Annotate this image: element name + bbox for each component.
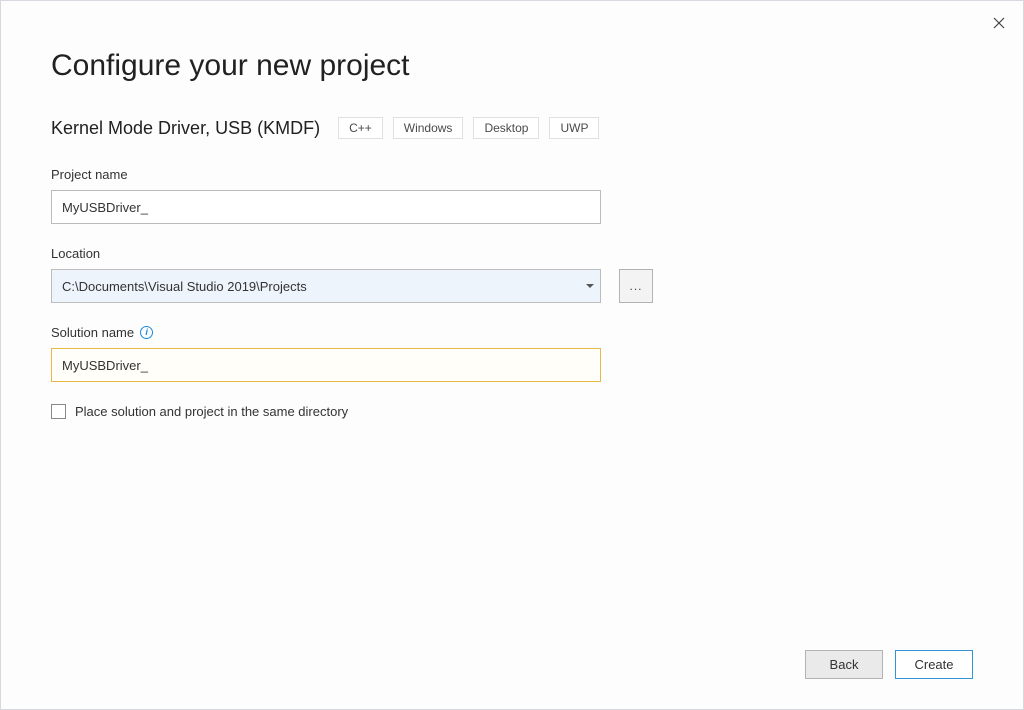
template-tags: C++ Windows Desktop UWP	[338, 117, 599, 139]
solution-name-label: Solution name i	[51, 325, 973, 340]
page-title: Configure your new project	[51, 49, 973, 83]
footer-buttons: Back Create	[805, 650, 973, 679]
create-button[interactable]: Create	[895, 650, 973, 679]
chevron-down-icon	[586, 284, 594, 288]
location-row: C:\Documents\Visual Studio 2019\Projects…	[51, 269, 973, 303]
browse-button[interactable]: ...	[619, 269, 653, 303]
project-name-label: Project name	[51, 167, 973, 182]
location-combobox[interactable]: C:\Documents\Visual Studio 2019\Projects	[51, 269, 601, 303]
same-directory-row: Place solution and project in the same d…	[51, 404, 973, 419]
same-directory-label[interactable]: Place solution and project in the same d…	[75, 404, 348, 419]
solution-name-group: Solution name i	[51, 325, 973, 382]
same-directory-checkbox[interactable]	[51, 404, 66, 419]
project-name-group: Project name	[51, 167, 973, 224]
solution-name-input[interactable]	[51, 348, 601, 382]
tag-cpp: C++	[338, 117, 383, 139]
back-button[interactable]: Back	[805, 650, 883, 679]
template-name: Kernel Mode Driver, USB (KMDF)	[51, 118, 320, 139]
close-button[interactable]	[985, 9, 1013, 37]
tag-windows: Windows	[393, 117, 464, 139]
close-icon	[993, 17, 1005, 29]
solution-name-label-text: Solution name	[51, 325, 134, 340]
tag-desktop: Desktop	[473, 117, 539, 139]
location-label: Location	[51, 246, 973, 261]
location-group: Location C:\Documents\Visual Studio 2019…	[51, 246, 973, 303]
main-content: Configure your new project Kernel Mode D…	[1, 1, 1023, 419]
location-value: C:\Documents\Visual Studio 2019\Projects	[62, 279, 586, 294]
template-row: Kernel Mode Driver, USB (KMDF) C++ Windo…	[51, 117, 973, 139]
info-icon[interactable]: i	[140, 326, 153, 339]
tag-uwp: UWP	[549, 117, 599, 139]
project-name-input[interactable]	[51, 190, 601, 224]
